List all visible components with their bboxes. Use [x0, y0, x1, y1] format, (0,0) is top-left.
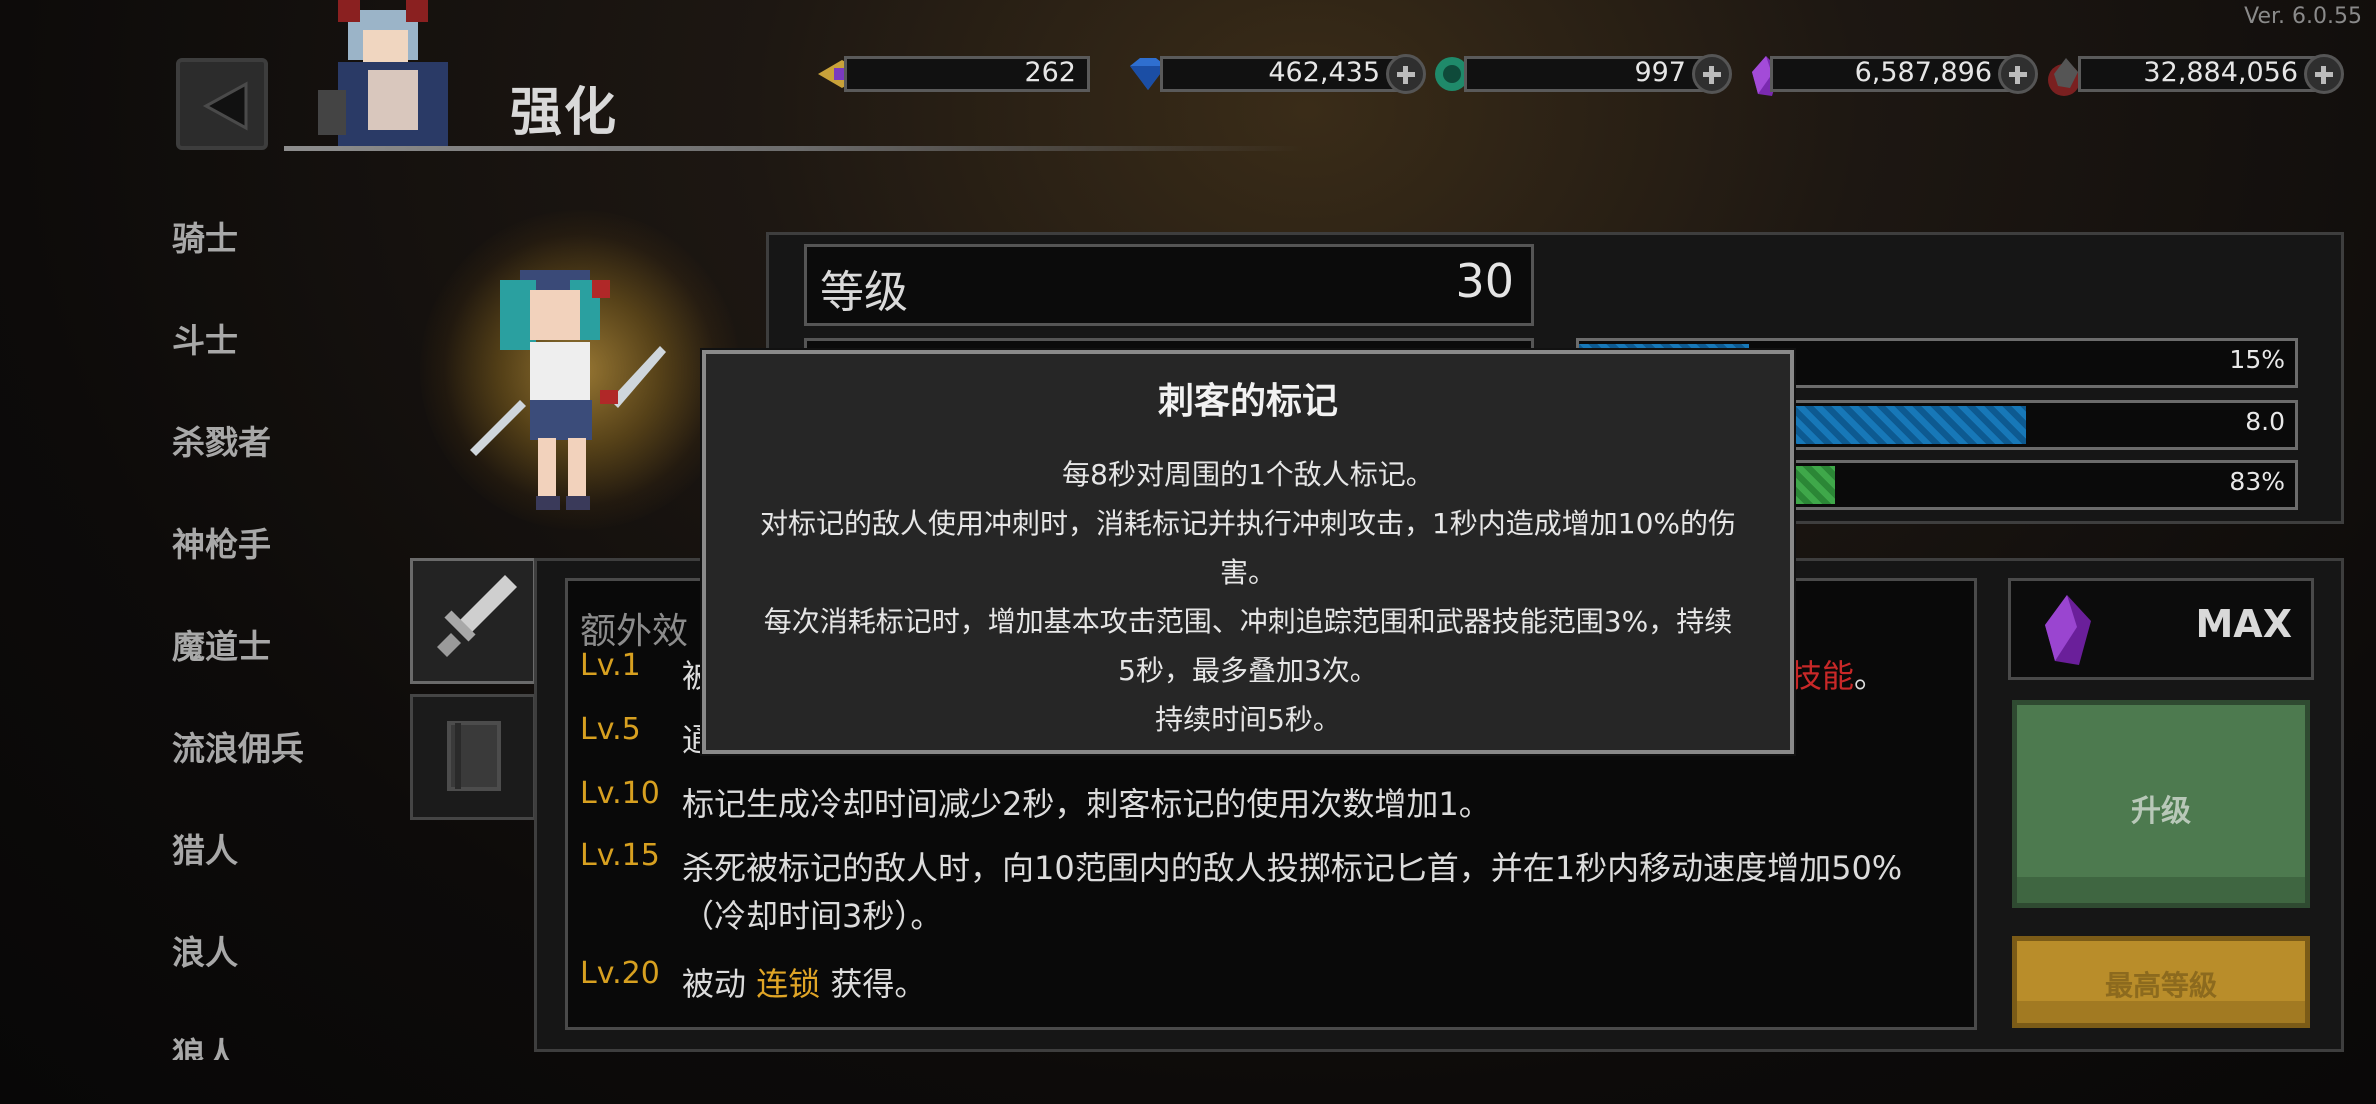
- chain-skill-link[interactable]: 连锁: [756, 965, 820, 1003]
- extra-effect-title: 额外效: [580, 611, 689, 652]
- add-green-coin-button[interactable]: [1692, 54, 1732, 94]
- max-label: MAX: [2195, 602, 2292, 646]
- tooltip-body: 每8秒对周围的1个敌人标记。 对标记的敌人使用冲刺时，消耗标记并执行冲刺攻击，1…: [714, 450, 1782, 744]
- level-label: 等级: [820, 267, 908, 318]
- tooltip-line: 对标记的敌人使用冲刺时，消耗标记并执行冲刺攻击，1秒内造成增加10%的伤: [759, 507, 1737, 540]
- tooltip-line: 持续时间5秒。: [1155, 703, 1341, 736]
- back-arrow-icon: [202, 81, 248, 131]
- tooltip-line: 5秒，最多叠加3次。: [1118, 654, 1378, 687]
- tooltip-line: 害。: [1219, 556, 1276, 589]
- purple-crystal-count: 6,587,896: [1854, 57, 1992, 88]
- currency-green-coin: 997: [1430, 54, 1732, 96]
- ticket-count: 262: [1024, 57, 1076, 88]
- sidebar-item-knight[interactable]: 骑士: [172, 212, 238, 260]
- add-gem-button[interactable]: [1386, 54, 1426, 94]
- currency-dark-ore: 32,884,056: [2044, 54, 2344, 96]
- hero-portrait-avatar: [318, 0, 448, 148]
- sidebar-item-slayer[interactable]: 杀戮者: [172, 416, 271, 464]
- sidebar-item-mage[interactable]: 魔道士: [172, 620, 271, 668]
- gem-count: 462,435: [1268, 57, 1380, 88]
- tooltip-line: 每8秒对周围的1个敌人标记。: [1062, 458, 1434, 491]
- tab-weapon[interactable]: [410, 558, 536, 684]
- version-label: Ver. 6.0.55: [2244, 4, 2362, 29]
- level-20-effect: 被动 连锁 获得。: [682, 965, 927, 1003]
- currency-gem: 462,435: [1124, 54, 1426, 96]
- dark-ore-count: 32,884,056: [2143, 57, 2298, 88]
- currency-purple-crystal: 6,587,896: [1748, 54, 2038, 96]
- add-purple-crystal-button[interactable]: [1998, 54, 2038, 94]
- stat-bar-3-value: 83%: [2229, 467, 2285, 496]
- level-tag-1: Lv.1: [580, 648, 641, 683]
- purple-crystal-icon: [2045, 595, 2091, 665]
- level-tag-10: Lv.10: [580, 776, 660, 811]
- sword-icon: [437, 575, 517, 657]
- page-title: 强化: [510, 83, 619, 143]
- level-tag-15: Lv.15: [580, 838, 660, 873]
- sidebar-item-ronin[interactable]: 浪人: [172, 926, 238, 974]
- level-1-effect-tail: 技能。: [1790, 657, 1887, 695]
- stat-bar-1-value: 15%: [2229, 345, 2285, 374]
- green-coin-count: 997: [1634, 57, 1686, 88]
- tooltip-line: 每次消耗标记时，增加基本攻击范围、冲刺追踪范围和武器技能范围3%，持续: [763, 605, 1733, 638]
- book-icon: [447, 721, 501, 791]
- tab-book[interactable]: [410, 694, 536, 820]
- upgrade-button-label: 升级: [2131, 794, 2191, 829]
- level-value: 30: [1455, 254, 1514, 308]
- level-box: [804, 244, 1534, 326]
- tooltip-title: 刺客的标记: [1157, 381, 1338, 422]
- sidebar-item-werewolf[interactable]: 狼人: [172, 1028, 238, 1060]
- sidebar-item-mercenary[interactable]: 流浪佣兵: [172, 722, 304, 770]
- level-tag-20: Lv.20: [580, 956, 660, 991]
- max-level-button-label: 最高等級: [2104, 969, 2217, 1002]
- sidebar-item-fighter[interactable]: 斗士: [172, 314, 238, 362]
- sidebar-item-gunslinger[interactable]: 神枪手: [172, 518, 271, 566]
- add-dark-ore-button[interactable]: [2304, 54, 2344, 94]
- currency-ticket: 262: [814, 56, 1098, 96]
- back-button[interactable]: [176, 58, 268, 150]
- level-10-effect: 标记生成冷却时间减少2秒，刺客标记的使用次数增加1。: [682, 785, 1491, 823]
- stat-bar-2-value: 8.0: [2245, 407, 2285, 436]
- title-underline: [284, 146, 1304, 151]
- level-15-effect: 杀死被标记的敌人时，向10范围内的敌人投掷标记匕首，并在1秒内移动速度增加50%…: [682, 849, 1903, 935]
- assassin-hero-sprite: [470, 270, 666, 510]
- sidebar-item-hunter[interactable]: 猎人: [172, 824, 238, 872]
- level-tag-5: Lv.5: [580, 712, 641, 747]
